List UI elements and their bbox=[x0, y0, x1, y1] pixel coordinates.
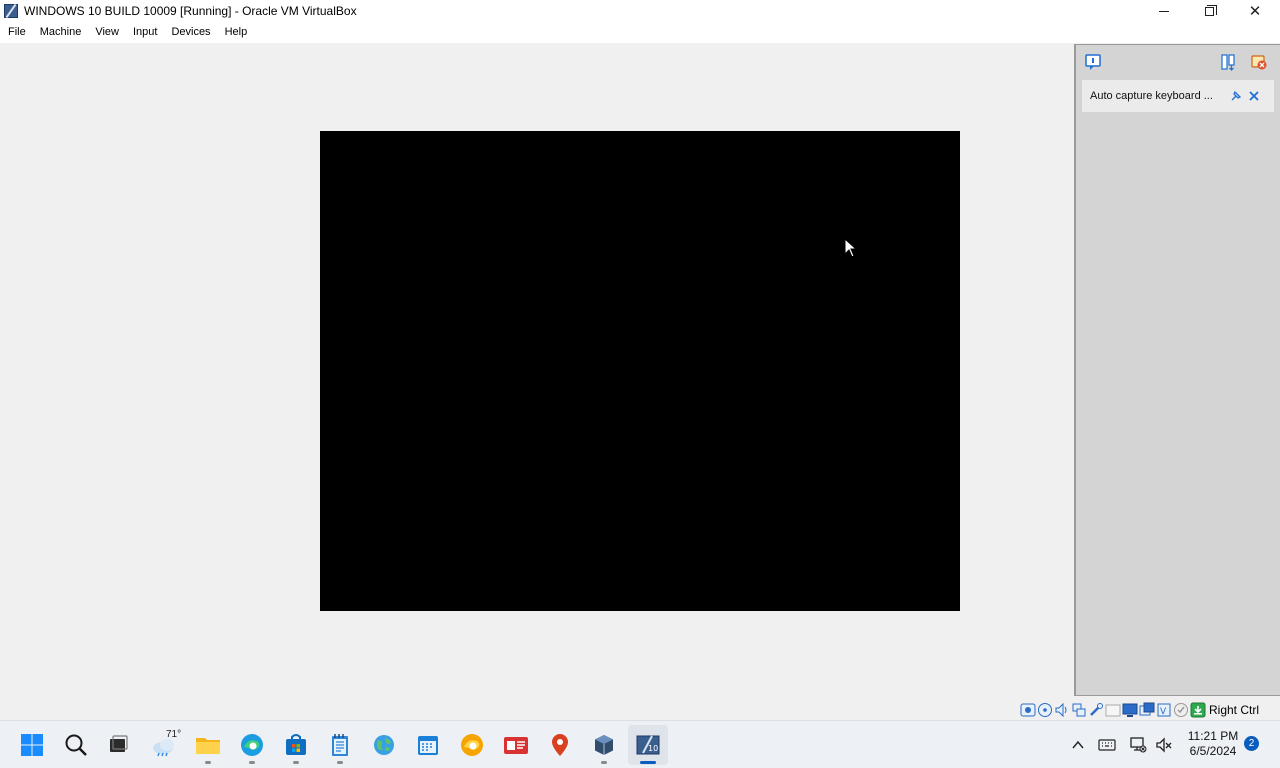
network-status-icon[interactable] bbox=[1129, 736, 1147, 754]
minimize-icon bbox=[1159, 10, 1169, 12]
globe-icon bbox=[374, 735, 394, 755]
vm-screen[interactable] bbox=[320, 131, 960, 611]
weather-temperature: 71° bbox=[166, 729, 182, 740]
menu-bar: File Machine View Input Devices Help bbox=[0, 22, 1280, 43]
svg-text:10: 10 bbox=[648, 744, 658, 753]
usb-icon[interactable] bbox=[1088, 702, 1104, 718]
task-view-icon bbox=[110, 735, 128, 752]
title-bar: WINDOWS 10 BUILD 10009 [Running] - Oracl… bbox=[0, 0, 1280, 22]
virtualbox-vm-window-button[interactable]: 10 bbox=[628, 725, 668, 765]
display-icon[interactable] bbox=[1122, 702, 1138, 718]
location-button[interactable] bbox=[540, 725, 580, 765]
dismiss-message-icon[interactable] bbox=[1248, 90, 1260, 102]
maps-button[interactable] bbox=[364, 725, 404, 765]
host-key-label: Right Ctrl bbox=[1209, 703, 1260, 717]
cpu-icon[interactable] bbox=[1173, 702, 1189, 718]
calendar-icon bbox=[418, 736, 438, 755]
notification-count-badge[interactable]: 2 bbox=[1244, 736, 1259, 751]
weather-widget[interactable]: 71° bbox=[145, 725, 185, 765]
start-button[interactable] bbox=[12, 725, 52, 765]
virtualbox-vm-icon: 10 bbox=[636, 735, 660, 755]
notification-center-panel: Auto capture keyboard ... bbox=[1074, 44, 1280, 696]
notepad-button[interactable] bbox=[320, 725, 360, 765]
menu-input[interactable]: Input bbox=[126, 22, 164, 43]
windows-logo-icon bbox=[21, 734, 43, 756]
notification-center-icon[interactable] bbox=[1084, 53, 1102, 71]
sort-messages-icon[interactable] bbox=[1220, 53, 1238, 71]
window-title: WINDOWS 10 BUILD 10009 [Running] - Oracl… bbox=[24, 4, 357, 18]
volume-muted-icon[interactable] bbox=[1155, 736, 1173, 754]
close-button[interactable]: ✕ bbox=[1232, 0, 1278, 22]
recording-icon[interactable]: V bbox=[1156, 702, 1172, 718]
audio-icon[interactable] bbox=[1054, 702, 1070, 718]
video-capture-icon[interactable] bbox=[1139, 702, 1155, 718]
task-view-button[interactable] bbox=[98, 725, 138, 765]
vm-status-bar: V Right Ctrl bbox=[1020, 700, 1280, 720]
news-icon bbox=[504, 737, 528, 754]
clock[interactable]: 11:21 PM 6/5/2024 bbox=[1180, 729, 1246, 759]
menu-file[interactable]: File bbox=[1, 22, 33, 43]
menu-devices[interactable]: Devices bbox=[164, 22, 217, 43]
network-icon[interactable] bbox=[1071, 702, 1087, 718]
map-pin-icon bbox=[552, 734, 568, 756]
calendar-button[interactable] bbox=[408, 725, 448, 765]
clock-date: 6/5/2024 bbox=[1189, 744, 1237, 758]
notification-message[interactable]: Auto capture keyboard ... bbox=[1082, 80, 1274, 112]
edge-browser-icon bbox=[241, 734, 263, 756]
restore-icon bbox=[1204, 4, 1217, 16]
minimize-button[interactable] bbox=[1141, 0, 1187, 22]
search-icon bbox=[65, 734, 87, 756]
notification-message-text: Auto capture keyboard ... bbox=[1090, 90, 1213, 102]
notepad-icon bbox=[332, 734, 348, 756]
search-button[interactable] bbox=[56, 725, 96, 765]
menu-view[interactable]: View bbox=[88, 22, 126, 43]
menu-machine[interactable]: Machine bbox=[33, 22, 89, 43]
file-explorer-button[interactable] bbox=[188, 725, 228, 765]
news-button[interactable] bbox=[496, 725, 536, 765]
store-button[interactable] bbox=[276, 725, 316, 765]
optical-drive-icon[interactable] bbox=[1037, 702, 1053, 718]
close-icon: ✕ bbox=[1248, 2, 1262, 20]
pin-message-icon[interactable] bbox=[1230, 90, 1242, 102]
taskbar: 71° 10 11:21 PM 6/5/2024 bbox=[0, 720, 1280, 768]
virtualbox-manager-button[interactable] bbox=[584, 725, 624, 765]
folder-icon bbox=[196, 738, 220, 754]
store-bag-icon bbox=[286, 734, 306, 755]
virtualbox-cube-icon bbox=[595, 735, 613, 755]
clock-time: 11:21 PM bbox=[1187, 729, 1239, 743]
hard-disk-icon[interactable] bbox=[1020, 702, 1036, 718]
mouse-integration-icon[interactable] bbox=[1190, 702, 1206, 718]
restore-button[interactable] bbox=[1186, 0, 1232, 22]
menu-help[interactable]: Help bbox=[218, 22, 255, 43]
keyboard-icon[interactable] bbox=[1098, 737, 1116, 753]
svg-text:V: V bbox=[1160, 707, 1167, 717]
close-all-messages-icon[interactable] bbox=[1250, 53, 1268, 71]
edge-canary-icon bbox=[461, 734, 483, 756]
virtualbox-app-icon[interactable] bbox=[3, 3, 19, 19]
mouse-pointer-icon bbox=[844, 238, 858, 258]
shared-folders-icon[interactable] bbox=[1105, 702, 1121, 718]
edge-button[interactable] bbox=[232, 725, 272, 765]
edge-canary-button[interactable] bbox=[452, 725, 492, 765]
show-hidden-icons-chevron-icon[interactable] bbox=[1071, 738, 1085, 752]
